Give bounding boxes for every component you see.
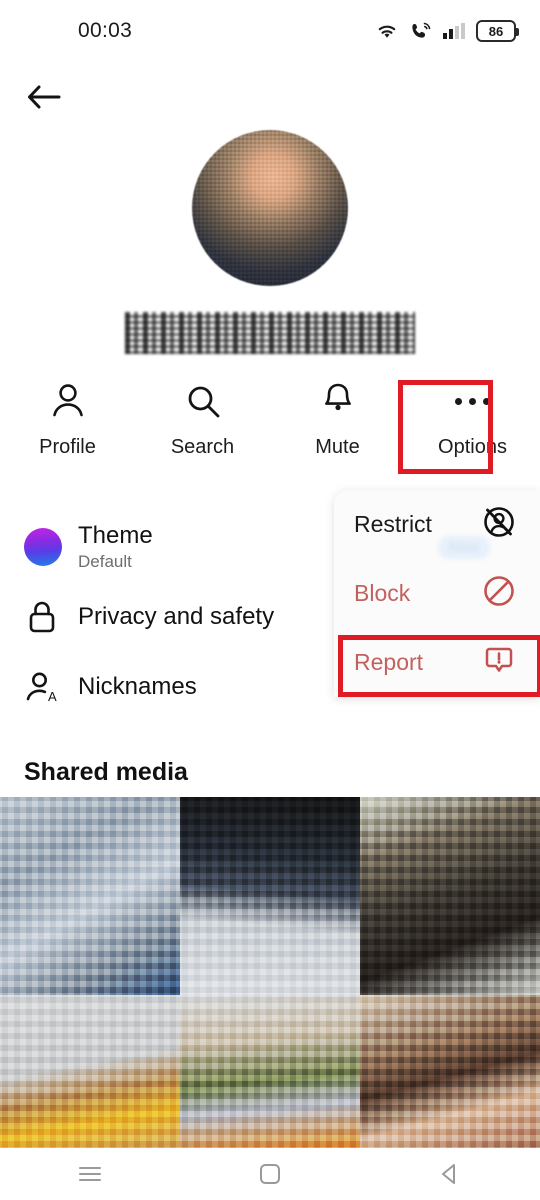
recents-icon[interactable]: [45, 1151, 135, 1197]
action-mute[interactable]: Mute: [270, 372, 405, 472]
menu-item-report[interactable]: Report: [334, 628, 540, 697]
profile-header: [0, 130, 540, 354]
shared-media-thumb-4[interactable]: [0, 995, 180, 1149]
person-icon: [47, 378, 89, 424]
settings-item-theme-value: Default: [78, 552, 132, 572]
action-profile-label: Profile: [39, 436, 96, 458]
svg-text:A: A: [48, 689, 57, 704]
battery-icon: 86: [476, 20, 519, 42]
person-a-icon: A: [24, 668, 78, 706]
three-dots-icon: [455, 378, 490, 424]
shared-media-thumb-3[interactable]: [360, 797, 540, 995]
shared-media-grid: [0, 797, 540, 1149]
settings-item-privacy-label: Privacy and safety: [78, 603, 275, 631]
menu-item-restrict-label: Restrict: [354, 511, 432, 537]
battery-level-label: 86: [488, 23, 504, 39]
options-popup-menu: Restrict New Block Report: [334, 490, 540, 697]
action-row: Profile Search Mute Options: [0, 372, 540, 472]
menu-item-block[interactable]: Block: [334, 559, 540, 628]
call-icon: [410, 21, 432, 41]
shared-media-thumb-1[interactable]: [0, 797, 180, 995]
signal-icon: [442, 21, 466, 41]
lock-icon: [24, 598, 78, 636]
restrict-new-badge: New: [438, 536, 491, 559]
bell-icon: [317, 378, 359, 424]
search-icon: [182, 378, 224, 424]
shared-media-thumb-2[interactable]: [180, 797, 360, 995]
settings-item-nicknames-label: Nicknames: [78, 673, 197, 701]
back-triangle-icon[interactable]: [405, 1151, 495, 1197]
report-icon: [480, 641, 518, 684]
action-search-label: Search: [170, 436, 235, 458]
action-options[interactable]: Options: [405, 372, 540, 472]
wifi-icon: [374, 21, 400, 41]
shared-media-thumb-6[interactable]: [360, 995, 540, 1149]
contact-name-blurred: [125, 312, 415, 354]
theme-color-circle-icon: [24, 528, 78, 566]
action-mute-label: Mute: [315, 436, 360, 458]
status-bar: 00:03 86: [0, 0, 540, 62]
settings-item-theme-label: Theme: [78, 521, 153, 549]
system-nav-bar: [0, 1148, 540, 1200]
action-profile[interactable]: Profile: [0, 372, 135, 472]
menu-item-block-label: Block: [354, 580, 411, 606]
shared-media-thumb-5[interactable]: [180, 995, 360, 1149]
action-options-label: Options: [438, 436, 507, 458]
status-bar-icons: 86: [374, 20, 519, 42]
avatar[interactable]: [192, 130, 348, 286]
chat-details-screen: 00:03 86 Profile Search Mute Options The…: [0, 0, 540, 1200]
block-icon: [480, 572, 518, 615]
home-icon[interactable]: [225, 1151, 315, 1197]
status-bar-time: 00:03: [78, 19, 133, 42]
back-arrow-icon[interactable]: [22, 75, 66, 119]
menu-item-report-label: Report: [354, 649, 424, 675]
menu-item-restrict[interactable]: Restrict New: [334, 490, 540, 559]
shared-media-heading: Shared media: [24, 758, 188, 786]
action-search[interactable]: Search: [135, 372, 270, 472]
